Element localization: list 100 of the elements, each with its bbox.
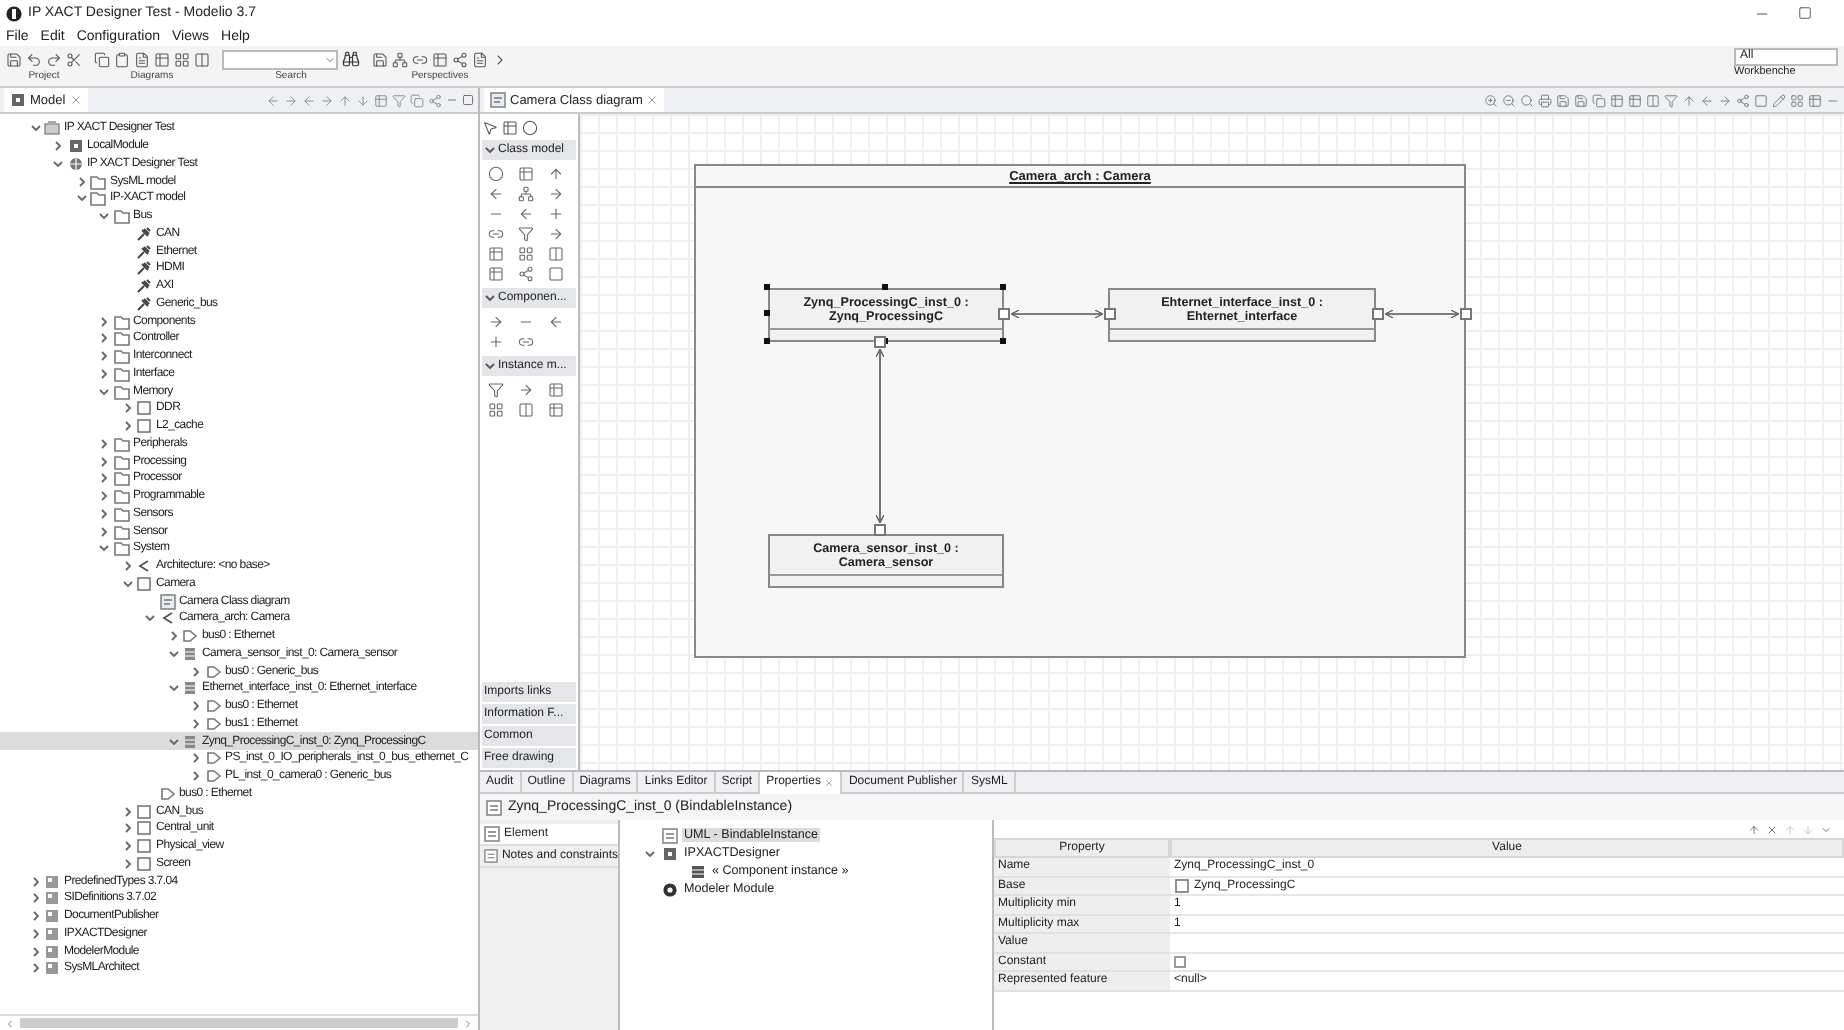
chevron-right-icon[interactable] [121,805,133,818]
chevron-right-icon[interactable] [121,822,133,835]
toolbar-icon[interactable] [1664,93,1678,107]
table-icon[interactable] [548,382,564,398]
link-icon[interactable] [412,51,428,67]
close-icon[interactable] [69,94,82,106]
connector-arrow[interactable] [1384,309,1460,319]
chevron-right-icon[interactable] [29,875,41,888]
port[interactable] [1460,308,1472,320]
share-icon[interactable] [518,266,534,282]
chevron-right-icon[interactable] [29,945,41,958]
chevron-right-icon[interactable] [121,840,133,853]
chevron-right-icon[interactable] [98,490,110,503]
chevron-right-icon[interactable] [121,560,133,573]
arrow-right-icon[interactable] [488,314,504,330]
arrow-left-icon[interactable] [548,314,564,330]
chevron-right-icon[interactable] [121,857,133,870]
toolbar-icon[interactable] [1610,93,1624,107]
chevron-down-icon[interactable] [52,157,64,170]
cut-icon[interactable] [66,51,82,67]
binoculars-icon[interactable] [342,50,360,68]
columns-icon[interactable] [518,402,534,418]
link-icon[interactable] [518,334,534,350]
toolbar-icon[interactable] [1700,93,1714,107]
chevron-right-icon[interactable] [29,892,41,905]
toolbar-icon[interactable] [284,93,298,107]
chevron-down-icon[interactable] [484,360,496,372]
maximize-icon[interactable] [462,94,474,106]
connector-arrow[interactable] [875,348,885,524]
chevron-right-icon[interactable] [98,367,110,380]
pointer-icon[interactable] [482,119,498,135]
toolbar-icon[interactable] [1646,93,1660,107]
chevron-down-icon[interactable] [75,192,87,205]
arrow-right-icon[interactable] [548,226,564,242]
chevron-down-icon[interactable] [98,210,110,223]
grid-icon[interactable] [174,51,190,67]
toolbar-icon[interactable] [410,93,424,107]
square-icon[interactable] [548,266,564,282]
columns-icon[interactable] [548,246,564,262]
arrow-left-icon[interactable] [488,186,504,202]
filter-icon[interactable] [518,226,534,242]
chevron-right-icon[interactable] [29,927,41,940]
chevron-right-icon[interactable] [98,315,110,328]
chevron-right-icon[interactable] [190,717,202,730]
chevron-right-icon[interactable] [190,700,202,713]
chevron-down-icon[interactable] [98,385,110,398]
network-icon[interactable] [518,186,534,202]
delete-icon[interactable] [1766,823,1778,835]
table-icon[interactable] [548,402,564,418]
table-icon[interactable] [488,246,504,262]
chevron-down-icon[interactable] [144,612,156,625]
chevron-right-icon[interactable] [190,665,202,678]
filter-icon[interactable] [488,382,504,398]
chevron-down-icon[interactable] [167,682,179,695]
plus-icon[interactable] [488,334,504,350]
toolbar-icon[interactable] [320,93,334,107]
plus-icon[interactable] [548,206,564,222]
toolbar-icon[interactable] [338,93,352,107]
toolbar-icon[interactable] [1754,93,1768,107]
chevron-right-icon[interactable] [98,525,110,538]
chevron-right-icon[interactable] [75,175,87,188]
toolbar-icon[interactable] [1772,93,1786,107]
search-field[interactable] [222,49,338,69]
table-icon[interactable] [518,166,534,182]
link-icon[interactable] [488,226,504,242]
close-icon[interactable] [646,94,659,106]
chevron-right-icon[interactable] [190,752,202,765]
port[interactable] [874,524,886,536]
clipboard-icon[interactable] [114,51,130,67]
toolbar-icon[interactable] [1808,93,1822,107]
toolbar-icon[interactable] [1790,93,1804,107]
chevron-down-icon[interactable] [98,542,110,555]
toolbar-icon[interactable] [1484,93,1498,107]
save-icon[interactable] [372,51,388,67]
maximize-icon[interactable] [1798,6,1812,20]
toolbar-icon[interactable] [1736,93,1750,107]
chevron-right-icon[interactable] [29,962,41,975]
chevron-right-icon[interactable] [98,437,110,450]
table-icon[interactable] [154,51,170,67]
save-icon[interactable] [6,51,22,67]
toolbar-icon[interactable] [1682,93,1696,107]
chevron-down-icon[interactable] [167,647,179,660]
toolbar-icon[interactable] [374,93,388,107]
connector-arrow[interactable] [1010,309,1104,319]
copy-icon[interactable] [94,51,110,67]
toolbar-icon[interactable] [1538,93,1552,107]
chevron-right-icon[interactable] [492,51,508,67]
chevron-right-icon[interactable] [98,332,110,345]
circle-icon[interactable] [522,119,538,135]
chevron-right-icon[interactable] [98,472,110,485]
sort-icon[interactable] [1748,823,1760,835]
table-icon[interactable] [432,51,448,67]
share-icon[interactable] [452,51,468,67]
port[interactable] [1104,308,1116,320]
grid-icon[interactable] [518,246,534,262]
chevron-down-icon[interactable] [29,122,41,135]
chevron-right-icon[interactable] [98,507,110,520]
arrow-up-icon[interactable] [548,166,564,182]
port[interactable] [998,308,1010,320]
arrow-right-icon[interactable] [548,186,564,202]
